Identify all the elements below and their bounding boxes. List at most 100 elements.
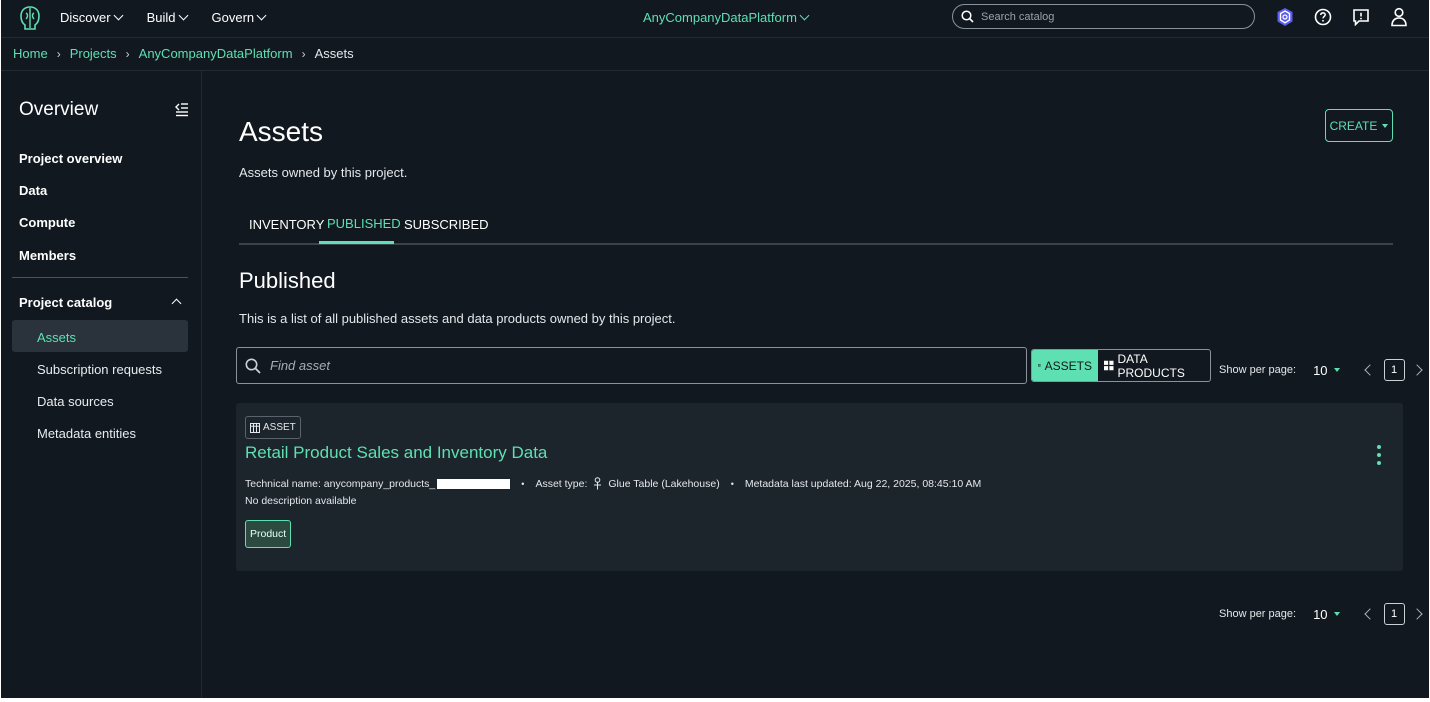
technical-name: Technical name: anycompany_products_ <box>245 477 436 490</box>
asset-type-label: Asset type: <box>535 477 588 490</box>
main-nav-menu: Discover Build Govern <box>60 10 290 25</box>
per-page-select[interactable]: 10 <box>1313 606 1340 622</box>
feedback-icon[interactable] <box>1350 6 1372 28</box>
find-asset-search[interactable] <box>236 347 1027 384</box>
breadcrumb-separator-icon: › <box>56 46 61 61</box>
page-number-button[interactable]: 1 <box>1383 603 1405 625</box>
help-icon[interactable] <box>1312 6 1334 28</box>
sidebar-item-assets[interactable]: Assets <box>37 330 76 345</box>
asset-tag[interactable]: Product <box>245 520 292 548</box>
asset-type-toggle: ASSETS DATA PRODUCTS <box>1031 349 1211 382</box>
user-icon[interactable] <box>1388 6 1410 28</box>
glue-table-icon <box>594 477 602 490</box>
breadcrumb-projects-link[interactable]: Projects <box>70 46 117 61</box>
sidebar-item-data-sources[interactable]: Data sources <box>37 394 114 409</box>
per-page-select[interactable]: 10 <box>1313 362 1340 378</box>
per-page-value: 10 <box>1313 606 1328 622</box>
top-nav-bar: Discover Build Govern AnyCompanyDataPlat… <box>1 0 1429 38</box>
tab-inventory[interactable]: INVENTORY <box>249 217 324 232</box>
separator-dot-icon: • <box>730 478 734 489</box>
page-subtitle: Assets owned by this project. <box>239 165 408 180</box>
project-switcher-label: AnyCompanyDataPlatform <box>643 10 797 25</box>
section-title: Published <box>239 268 336 293</box>
asset-metadata-row: Technical name: anycompany_products_ • A… <box>245 477 981 490</box>
active-tab-indicator <box>319 241 394 244</box>
per-page-label: Show per page: <box>1219 608 1297 620</box>
toggle-assets-button[interactable]: ASSETS <box>1032 350 1098 381</box>
catalog-search-input[interactable] <box>981 10 1241 23</box>
metadata-updated: Metadata last updated: Aug 22, 2025, 08:… <box>744 477 982 490</box>
breadcrumb: Home › Projects › AnyCompanyDataPlatform… <box>13 46 354 61</box>
create-button[interactable]: CREATE <box>1325 109 1393 142</box>
shield-icon[interactable] <box>1274 6 1296 28</box>
tab-subscribed[interactable]: SUBSCRIBED <box>404 217 489 232</box>
nav-discover-menu[interactable]: Discover <box>60 10 124 25</box>
sidebar-divider <box>12 277 188 278</box>
sidebar: Overview Project overview Data Compute M… <box>1 71 202 698</box>
breadcrumb-current: Assets <box>314 46 354 61</box>
create-button-label: CREATE <box>1329 118 1378 133</box>
toggle-assets-label: ASSETS <box>1044 358 1092 373</box>
catalog-search[interactable] <box>952 4 1255 29</box>
section-subtitle: This is a list of all published assets a… <box>239 311 676 326</box>
find-asset-input[interactable] <box>270 358 1010 373</box>
asset-description: No description available <box>245 495 357 507</box>
sidebar-item-metadata-entities[interactable]: Metadata entities <box>37 426 136 441</box>
table-icon <box>1038 364 1041 367</box>
sidebar-title: Overview <box>19 99 99 120</box>
table-icon <box>250 422 260 433</box>
toggle-data-products-button[interactable]: DATA PRODUCTS <box>1098 350 1210 381</box>
breadcrumb-project-link[interactable]: AnyCompanyDataPlatform <box>139 46 293 61</box>
prev-page-icon[interactable] <box>1363 608 1376 620</box>
sidebar-item-project-overview[interactable]: Project overview <box>19 151 122 166</box>
tab-published[interactable]: PUBLISHED <box>327 216 401 231</box>
prev-page-icon[interactable] <box>1363 364 1376 376</box>
next-page-icon[interactable] <box>1410 608 1423 620</box>
asset-tabs: INVENTORY PUBLISHED SUBSCRIBED <box>239 208 1393 245</box>
asset-type-badge: ASSET <box>245 416 301 439</box>
nav-govern-label: Govern <box>211 10 255 25</box>
asset-card: ASSET Retail Product Sales and Inventory… <box>236 403 1403 571</box>
app-window: Discover Build Govern AnyCompanyDataPlat… <box>1 0 1429 698</box>
page-number-button[interactable]: 1 <box>1383 359 1405 381</box>
collapse-sidebar-icon[interactable] <box>174 101 190 117</box>
nav-govern-menu[interactable]: Govern <box>211 10 267 25</box>
app-logo-icon[interactable] <box>19 5 41 31</box>
breadcrumb-divider <box>1 70 1429 71</box>
chevron-down-icon <box>113 10 124 21</box>
pagination-top: Show per page: 10 1 <box>1219 359 1423 381</box>
caret-down-icon <box>1333 368 1340 372</box>
asset-type-value: Glue Table (Lakehouse) <box>608 477 720 490</box>
breadcrumb-home-link[interactable]: Home <box>13 46 48 61</box>
asset-name-link[interactable]: Retail Product Sales and Inventory Data <box>245 443 547 463</box>
chevron-down-icon <box>178 10 188 21</box>
per-page-label: Show per page: <box>1219 364 1297 376</box>
sidebar-section-label: Project catalog <box>19 295 113 310</box>
nav-build-label: Build <box>146 10 176 25</box>
caret-down-icon <box>1333 612 1340 616</box>
project-switcher[interactable]: AnyCompanyDataPlatform <box>643 10 810 25</box>
chevron-down-icon <box>256 10 267 21</box>
sidebar-item-subscription-requests[interactable]: Subscription requests <box>37 362 162 377</box>
search-icon <box>245 358 261 374</box>
page-title: Assets <box>239 116 324 147</box>
sidebar-item-members[interactable]: Members <box>19 248 76 263</box>
per-page-value: 10 <box>1313 362 1328 378</box>
sidebar-section-project-catalog[interactable]: Project catalog <box>19 295 184 310</box>
nav-discover-label: Discover <box>60 10 111 25</box>
pagination-bottom: Show per page: 10 1 <box>1219 603 1423 625</box>
grid-icon <box>1104 360 1114 371</box>
caret-down-icon <box>1382 123 1389 128</box>
asset-badge-label: ASSET <box>263 422 296 433</box>
toggle-data-products-label: DATA PRODUCTS <box>1117 351 1185 380</box>
sidebar-item-compute[interactable]: Compute <box>19 215 75 230</box>
redacted-block <box>437 478 511 489</box>
breadcrumb-separator-icon: › <box>301 46 306 61</box>
breadcrumb-separator-icon: › <box>125 46 130 61</box>
nav-build-menu[interactable]: Build <box>146 10 188 25</box>
more-options-icon[interactable] <box>1373 444 1385 466</box>
sidebar-item-data[interactable]: Data <box>19 183 47 198</box>
chevron-up-icon <box>171 298 182 309</box>
next-page-icon[interactable] <box>1410 364 1423 376</box>
chevron-down-icon <box>799 10 810 21</box>
